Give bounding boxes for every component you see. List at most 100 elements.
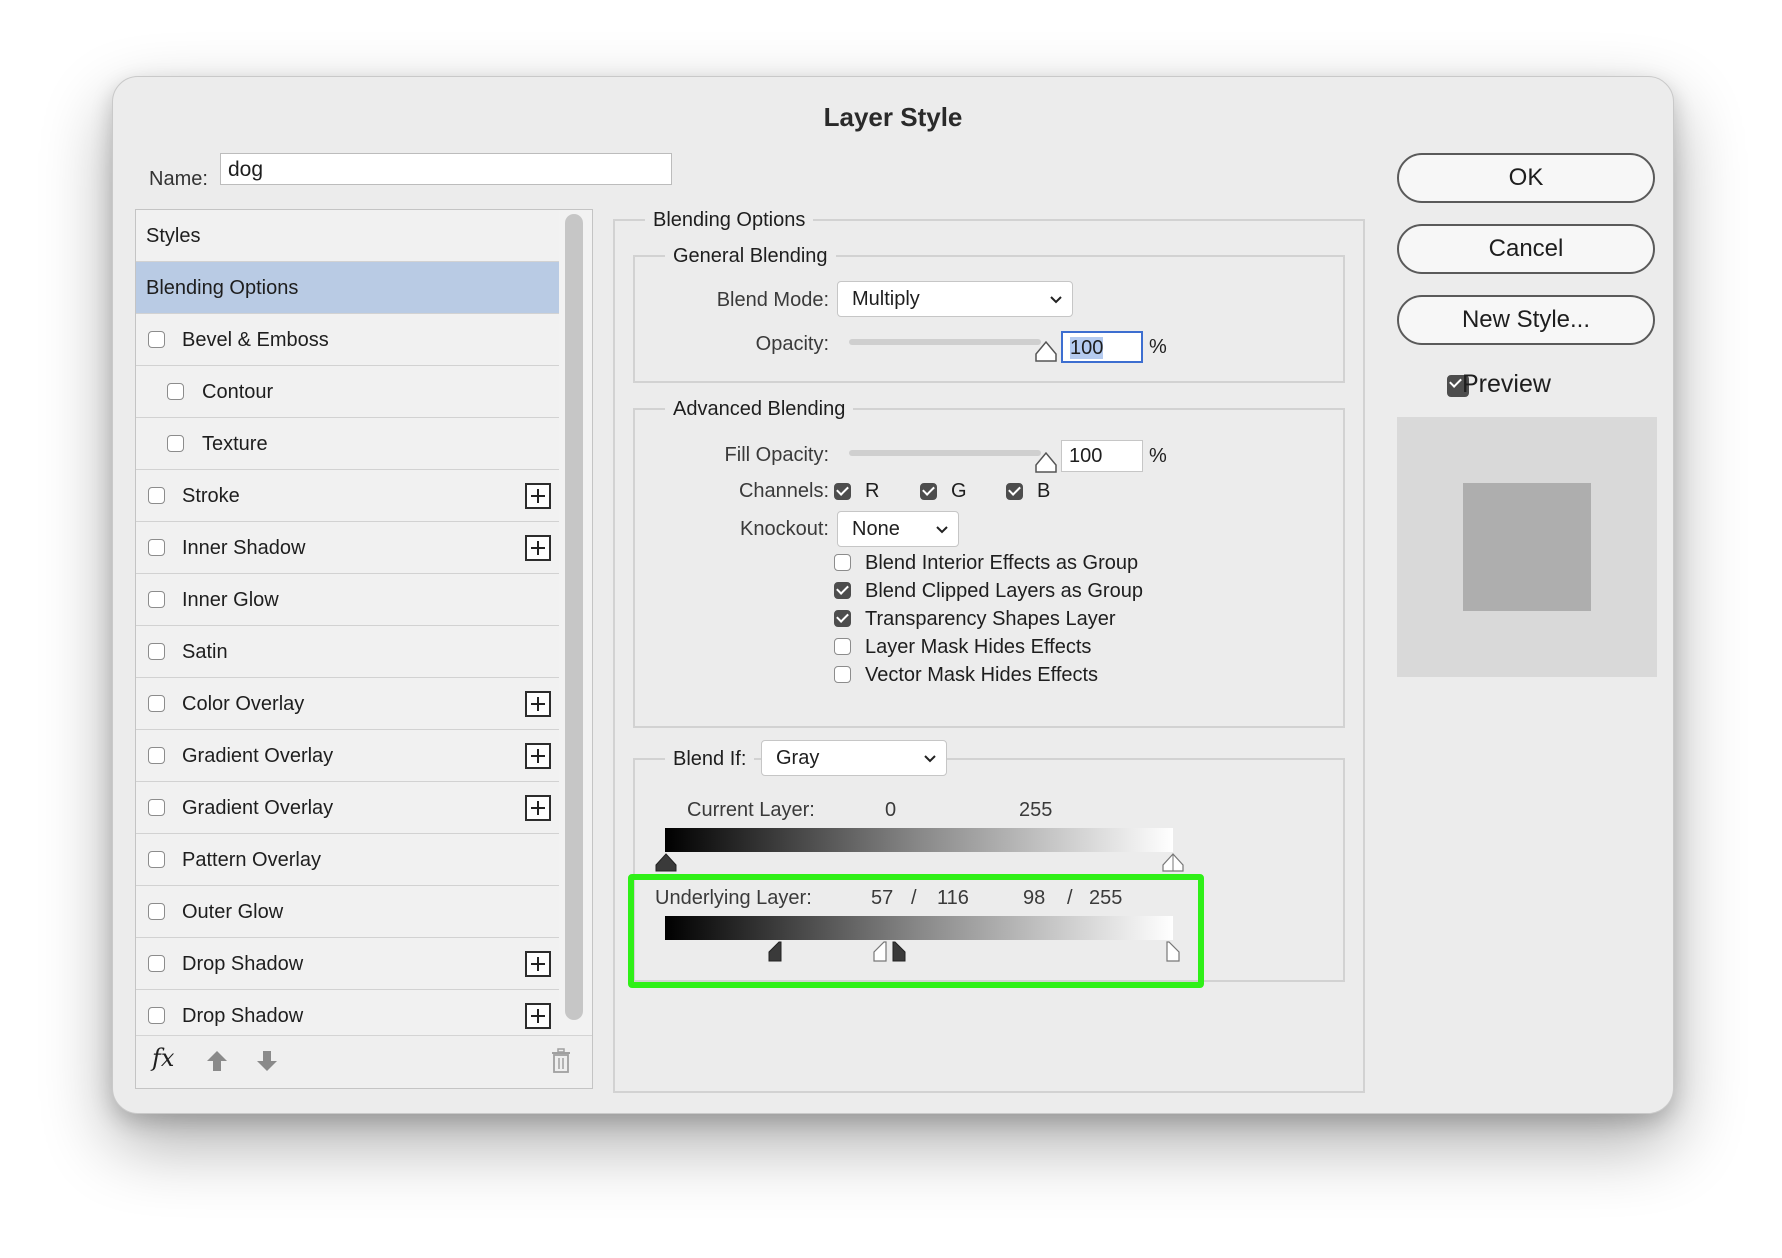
style-item-label: Stroke [182, 485, 240, 507]
knockout-select[interactable]: None [837, 511, 959, 547]
general-blending-title: General Blending [665, 243, 836, 269]
style-item-gradient-overlay[interactable]: Gradient Overlay [136, 782, 559, 834]
style-item-drop-shadow[interactable]: Drop Shadow [136, 938, 559, 990]
style-item-label: Bevel & Emboss [182, 329, 329, 351]
current-layer-gradient [665, 828, 1173, 852]
add-drop-shadow-icon[interactable] [525, 951, 551, 977]
style-item-contour[interactable]: Contour [136, 366, 559, 418]
layer-mask-hides-effects-checkbox[interactable] [834, 638, 851, 655]
style-item-gradient-overlay[interactable]: Gradient Overlay [136, 730, 559, 782]
style-item-label: Styles [146, 225, 201, 247]
channels-label: Channels: [738, 480, 829, 502]
fill-opacity-input[interactable]: 100 [1061, 440, 1143, 472]
add-inner-shadow-icon[interactable] [525, 535, 551, 561]
styles-list: Styles Blending Options Bevel & Emboss Cont… [135, 209, 593, 1089]
style-item-texture[interactable]: Texture [136, 418, 559, 470]
style-item-pattern-overlay[interactable]: Pattern Overlay [136, 834, 559, 886]
style-item-blending-options[interactable]: Blending Options [136, 262, 559, 314]
opacity-input[interactable]: 100 [1061, 331, 1143, 363]
add-stroke-icon[interactable] [525, 483, 551, 509]
style-item-label: Blending Options [146, 277, 299, 299]
inner-shadow-checkbox[interactable] [148, 539, 165, 556]
add-drop-shadow-icon[interactable] [525, 1003, 551, 1029]
knockout-label: Knockout: [740, 518, 829, 540]
style-item-color-overlay[interactable]: Color Overlay [136, 678, 559, 730]
chevron-down-icon [936, 526, 948, 534]
blend-clipped-layers-as-group-checkbox[interactable] [834, 582, 851, 599]
current-layer-white-slider[interactable] [1161, 852, 1185, 872]
current-layer-white-value: 255 [1019, 799, 1053, 821]
style-item-label: Color Overlay [182, 693, 305, 715]
trash-icon[interactable] [550, 1048, 572, 1074]
blend-if-select[interactable]: Gray [761, 740, 947, 776]
stroke-checkbox[interactable] [148, 487, 165, 504]
channel-b-checkbox[interactable] [1006, 483, 1023, 500]
drop-shadow-checkbox[interactable] [148, 1007, 165, 1024]
style-item-label: Satin [182, 641, 228, 663]
style-item-outer-glow[interactable]: Outer Glow [136, 886, 559, 938]
satin-checkbox[interactable] [148, 643, 165, 660]
pattern-overlay-checkbox[interactable] [148, 851, 165, 868]
style-item-inner-glow[interactable]: Inner Glow [136, 574, 559, 626]
add-gradient-overlay-icon[interactable] [525, 795, 551, 821]
style-item-label: Contour [202, 381, 274, 403]
gradient-overlay-checkbox[interactable] [148, 799, 165, 816]
name-label: Name: [149, 168, 208, 190]
blending-options-title: Blending Options [645, 207, 814, 233]
channel-g-checkbox[interactable] [920, 483, 937, 500]
add-color-overlay-icon[interactable] [525, 691, 551, 717]
opacity-label: Opacity: [755, 333, 829, 355]
style-item-label: Texture [202, 433, 268, 455]
move-down-icon[interactable] [254, 1048, 280, 1074]
opacity-unit: % [1149, 336, 1167, 358]
cancel-button[interactable]: Cancel [1397, 224, 1655, 274]
outer-glow-checkbox[interactable] [148, 903, 165, 920]
layer-mask-hides-effects-label: Layer Mask Hides Effects [865, 636, 1092, 658]
color-overlay-checkbox[interactable] [148, 695, 165, 712]
general-blending-group: General Blending Blend Mode: Multiply Op… [633, 243, 1345, 383]
ok-button[interactable]: OK [1397, 153, 1655, 203]
fill-opacity-slider-handle[interactable] [1033, 450, 1059, 474]
opacity-slider-handle[interactable] [1033, 339, 1059, 363]
texture-checkbox[interactable] [167, 435, 184, 452]
blend-mode-select[interactable]: Multiply [837, 281, 1073, 317]
inner-glow-checkbox[interactable] [148, 591, 165, 608]
current-layer-black-slider[interactable] [654, 852, 678, 872]
fx-menu-button[interactable]: fx [152, 1044, 174, 1072]
preview-thumbnail [1397, 417, 1657, 677]
channel-g-label: G [951, 480, 967, 502]
preview-label: Preview [1462, 370, 1551, 398]
transparency-shapes-layer-checkbox[interactable] [834, 610, 851, 627]
style-item-satin[interactable]: Satin [136, 626, 559, 678]
style-item-styles[interactable]: Styles [136, 210, 559, 262]
dialog-title: Layer Style [823, 102, 963, 132]
opacity-value: 100 [1070, 337, 1104, 359]
bevel-emboss-checkbox[interactable] [148, 331, 165, 348]
fill-opacity-slider[interactable] [849, 450, 1041, 456]
style-item-label: Pattern Overlay [182, 849, 321, 871]
channel-r-label: R [865, 480, 880, 502]
preview-swatch [1463, 483, 1591, 611]
channel-r-checkbox[interactable] [834, 483, 851, 500]
style-item-label: Outer Glow [182, 901, 284, 923]
contour-checkbox[interactable] [167, 383, 184, 400]
name-input[interactable]: dog [220, 153, 672, 185]
move-up-icon[interactable] [204, 1048, 230, 1074]
style-item-stroke[interactable]: Stroke [136, 470, 559, 522]
styles-list-scrollbar[interactable] [565, 214, 583, 1020]
styles-list-footer: fx [136, 1035, 592, 1088]
style-item-inner-shadow[interactable]: Inner Shadow [136, 522, 559, 574]
style-item-label: Gradient Overlay [182, 745, 334, 767]
vector-mask-hides-effects-checkbox[interactable] [834, 666, 851, 683]
drop-shadow-checkbox[interactable] [148, 955, 165, 972]
new-style-button[interactable]: New Style... [1397, 295, 1655, 345]
opacity-slider[interactable] [849, 339, 1041, 345]
fill-opacity-unit: % [1149, 445, 1167, 467]
blend-mode-label: Blend Mode: [716, 289, 829, 311]
style-item-bevel-emboss[interactable]: Bevel & Emboss [136, 314, 559, 366]
blend-interior-effects-as-group-checkbox[interactable] [834, 554, 851, 571]
current-layer-black-value: 0 [885, 799, 897, 821]
gradient-overlay-checkbox[interactable] [148, 747, 165, 764]
underlying-layer-highlight [628, 874, 1204, 988]
add-gradient-overlay-icon[interactable] [525, 743, 551, 769]
